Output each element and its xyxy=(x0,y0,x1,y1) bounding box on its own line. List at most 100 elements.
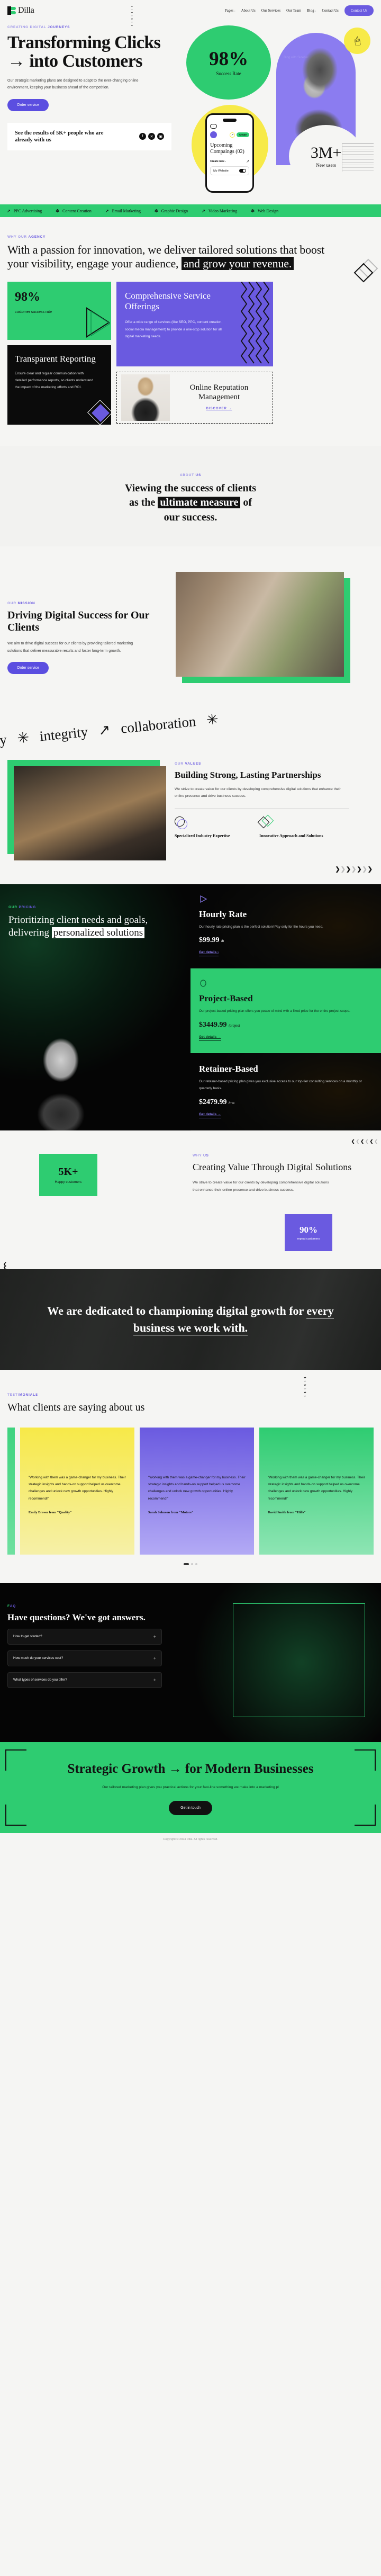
success-rate-label: Success Rate xyxy=(216,70,241,76)
feature-item: Innovative Approach and Solutions xyxy=(257,814,328,839)
mission-title: Driving Digital Success for Our Clients xyxy=(7,609,150,633)
plan-desc: Our project-based pricing plan offers yo… xyxy=(199,1009,350,1013)
nav-item-our-services[interactable]: Our Services xyxy=(261,8,280,13)
plan-details-link[interactable]: Get details › xyxy=(199,950,219,957)
testimonials-eyebrow: TESTIMONIALS xyxy=(7,1393,38,1397)
corner-bracket-decoration xyxy=(355,1804,376,1826)
success-rate-badge: 98% Success Rate xyxy=(186,25,271,100)
chevron-right-icon: › xyxy=(315,10,316,13)
diamonds-icon xyxy=(257,814,328,829)
why-agency-section: WHY OUR AGENCY With a passion for innova… xyxy=(0,217,381,425)
values-image-wrap xyxy=(7,759,166,860)
nav-item-contact-us[interactable]: Contact Us xyxy=(322,8,338,13)
marquee-item: ✲ Graphic Design xyxy=(155,208,188,213)
plan-desc: Our retainer-based pricing plan gives yo… xyxy=(199,1080,362,1090)
faq-question: How to get started? xyxy=(13,1635,42,1639)
discover-link[interactable]: DISCOVER → xyxy=(206,407,232,410)
arrow-up-right-icon[interactable]: ↗ xyxy=(230,132,235,138)
plus-icon[interactable]: + xyxy=(153,1677,156,1683)
play-outline-icon xyxy=(200,895,207,903)
header-contact-button[interactable]: Contact Us xyxy=(344,5,374,16)
transparent-reporting-text: Ensure clear and regular communication w… xyxy=(15,372,94,390)
cursor-icon: 🖱 xyxy=(353,34,361,47)
faq-item[interactable]: What types of services do you offer? + xyxy=(7,1672,162,1688)
dedicated-headline: We are dedicated to championing digital … xyxy=(42,1303,339,1336)
instagram-icon[interactable]: ▣ xyxy=(157,133,164,140)
hero-visual: Blog Classic Blog with Sidebar 98% Succe… xyxy=(185,25,374,200)
online-reputation-title: Online Reputation Management xyxy=(189,383,249,402)
pricing-plan-hourly: Hourly Rate Our hourly rate pricing plan… xyxy=(190,884,381,969)
chevron-right-icon: ❯ xyxy=(351,866,357,873)
toggle-switch[interactable] xyxy=(239,169,247,173)
values-image xyxy=(14,766,166,860)
asterisk-icon: ✲ xyxy=(56,208,59,213)
hero-order-service-button[interactable]: Order service xyxy=(7,98,49,111)
ticker-word: ency xyxy=(0,731,8,750)
arrow-up-right-icon: ↗ xyxy=(246,160,250,164)
chevron-down-decoration-icon: ⌄ ⌄ ⌄ ⌄ ⌄ ⌄ xyxy=(303,1374,307,1398)
testimonials-section: TESTIMONIALS What clients are saying abo… xyxy=(0,1370,381,1565)
values-text: We strive to create value for our client… xyxy=(175,787,341,798)
mission-image-wrap xyxy=(176,571,350,686)
chevron-right-icon: ❯ xyxy=(357,866,362,873)
nav-item-about-us[interactable]: About Us xyxy=(241,8,256,13)
customer-success-value: 98% xyxy=(15,290,40,304)
x-twitter-icon[interactable]: ✕ xyxy=(148,133,155,140)
carousel-dots[interactable] xyxy=(7,1563,374,1565)
mission-text: We aim to drive digital success for our … xyxy=(7,641,133,653)
hero-paragraph: Our strategic marketing plans are design… xyxy=(7,78,139,89)
plan-name: Retainer-Based xyxy=(199,1064,258,1074)
plan-details-link[interactable]: Get details → xyxy=(199,1035,221,1042)
plus-icon[interactable]: + xyxy=(153,1656,156,1661)
hero-eyebrow: CREATING DIGITAL JOURNEYS xyxy=(7,25,70,29)
testimonial-author: Sarah Johnson from "Motors" xyxy=(148,1510,194,1514)
faq-item[interactable]: How to get started? + xyxy=(7,1628,162,1645)
ghost-label-blog-classic: Blog Classic xyxy=(284,36,302,39)
nav-item-our-team[interactable]: Our Team xyxy=(286,8,301,13)
transparent-reporting-title: Transparent Reporting xyxy=(15,353,96,364)
carousel-dot-active[interactable] xyxy=(184,1563,189,1565)
pricing-highlight: personalized solutions xyxy=(51,927,145,939)
carousel-dot[interactable] xyxy=(191,1563,193,1565)
plan-details-link[interactable]: Get details → xyxy=(199,1112,221,1118)
avatar xyxy=(210,131,217,138)
new-users-value: 3M+ xyxy=(310,143,342,161)
feature-label: Innovative Approach and Solutions xyxy=(259,833,323,838)
testimonial-card: "Working with them was a game-changer fo… xyxy=(20,1427,134,1555)
nav-item-blog[interactable]: Blog › xyxy=(307,8,316,13)
phone-list-item[interactable]: My Website xyxy=(210,166,250,175)
mission-order-service-button[interactable]: Order service xyxy=(7,662,49,675)
plus-icon[interactable]: + xyxy=(153,1634,156,1639)
carousel-dot[interactable] xyxy=(195,1563,197,1565)
cta-button[interactable]: Get in touch xyxy=(169,1800,212,1815)
faq-item[interactable]: How much do your services cost? + xyxy=(7,1650,162,1666)
dedicated-banner: We are dedicated to championing digital … xyxy=(0,1269,381,1370)
testimonial-quote: "Working with them was a game-changer fo… xyxy=(267,1475,365,1501)
corner-bracket-decoration xyxy=(355,1749,376,1771)
asterisk-icon: ✲ xyxy=(155,208,158,213)
chevron-right-icon: ❯ xyxy=(335,866,340,873)
repeat-customers-value: 90% xyxy=(300,1224,318,1235)
online-reputation-image xyxy=(121,374,170,421)
phone-create-new-row[interactable]: Create new - ↗ xyxy=(210,159,249,164)
asterisk-icon: ✲ xyxy=(251,208,255,213)
diamond-purple-icon xyxy=(87,399,111,425)
testimonial-author: David Smith from "Hills" xyxy=(267,1510,306,1514)
agency-left-column: 98% customer success rate Transparent Re… xyxy=(7,281,111,425)
mission-eyebrow: OUR MISSION xyxy=(7,601,35,605)
testimonial-strip xyxy=(7,1427,15,1555)
logo[interactable]: Dilla xyxy=(7,6,34,15)
arrow-up-right-icon: ↗ xyxy=(105,208,109,213)
asterisk-icon: ✳ xyxy=(205,711,219,728)
about-section: ABOUT US Viewing the success of clients … xyxy=(0,445,381,546)
about-highlight: ultimate measure xyxy=(158,497,241,509)
marquee-item: ↗ PPC Advertising xyxy=(7,208,42,213)
why-us-right: WHY US Creating Value Through Digital So… xyxy=(193,1154,367,1251)
nav-item-pages[interactable]: Pages › xyxy=(225,8,235,13)
phone-create-button[interactable]: Create xyxy=(237,132,250,137)
comprehensive-services-card: Comprehensive Service Offerings Offer a … xyxy=(116,281,273,366)
faq-question: How much do your services cost? xyxy=(13,1656,64,1661)
faq-section: FAQ Have questions? We've got answers. H… xyxy=(0,1583,381,1742)
back-arrow-icon[interactable]: ← xyxy=(210,124,217,129)
facebook-icon[interactable]: f xyxy=(139,133,146,140)
